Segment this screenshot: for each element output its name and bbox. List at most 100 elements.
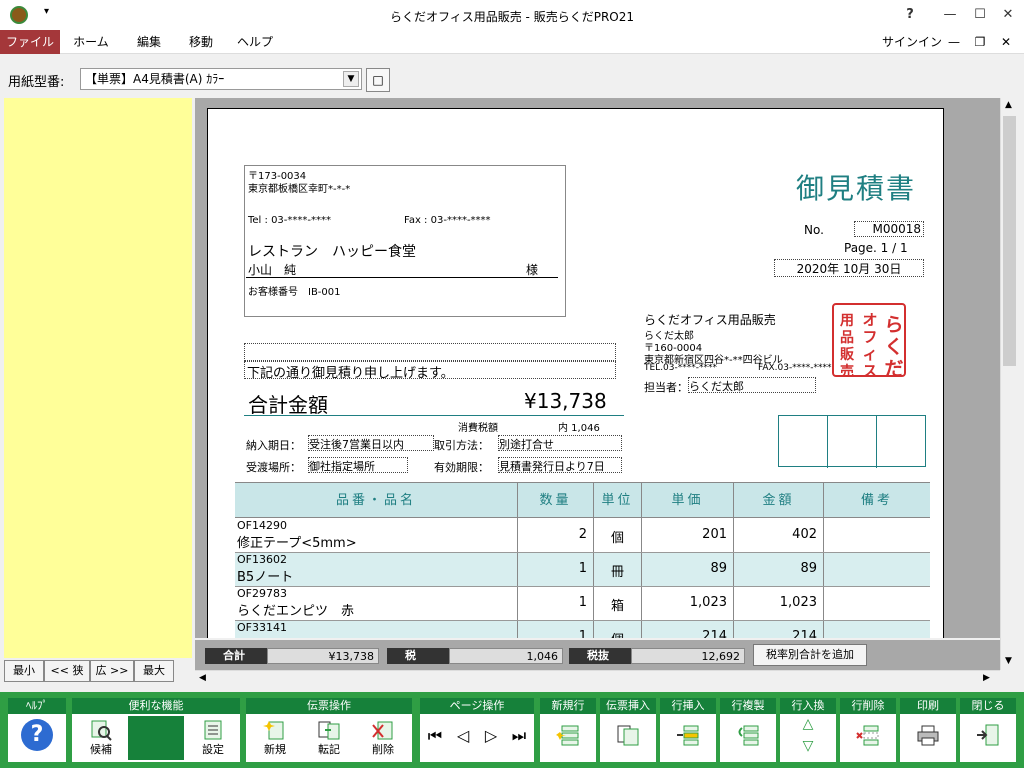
minimize-button[interactable]: — <box>940 6 960 24</box>
transfer-button[interactable]: 転記 <box>304 716 354 760</box>
group-insertslip: 伝票挿入 <box>600 698 656 762</box>
group-convenient-header: 便利な機能 <box>72 698 240 714</box>
total-label: 合計金額 <box>248 393 328 417</box>
signin-link[interactable]: サインイン <box>880 30 944 54</box>
horizontal-scrollbar[interactable]: ◀ ▶ <box>195 670 1000 688</box>
zoom-narrow-button[interactable]: << 狭 <box>44 660 90 682</box>
tab-help[interactable]: ヘルプ <box>230 30 280 54</box>
message-top-box <box>244 343 616 361</box>
ribbon-restore-icon[interactable]: ❐ <box>970 30 990 54</box>
group-help-header: ﾍﾙﾌﾟ <box>8 698 66 714</box>
insert-slip-button[interactable] <box>604 716 652 760</box>
scroll-right-icon[interactable]: ▶ <box>983 673 990 683</box>
settings-button[interactable]: 設定 <box>188 716 238 760</box>
scroll-down-icon[interactable]: ▼ <box>1005 656 1012 666</box>
svg-text:売: 売 <box>840 363 854 377</box>
table-row[interactable]: OF33141 1 個 214 214 <box>235 621 930 638</box>
group-page: ページ操作 ⏮ ◁ ▷ ⏭ <box>420 698 534 762</box>
company-name: らくだオフィス用品販売 <box>644 313 776 327</box>
tab-file[interactable]: ファイル <box>0 30 60 54</box>
ribbon-minimize-icon[interactable]: — <box>944 30 964 54</box>
new-row-button[interactable] <box>544 716 592 760</box>
note-cell <box>824 621 930 638</box>
tax-total-label: 税 <box>387 648 449 664</box>
note-cell <box>824 553 930 586</box>
vertical-scrollbar[interactable]: ▲ ▼ <box>1000 98 1018 670</box>
tax-total-value: 1,046 <box>449 648 563 664</box>
price-cell: 201 <box>642 519 734 552</box>
paper-extra-button[interactable]: □ <box>366 68 390 92</box>
insert-row-button[interactable] <box>664 716 712 760</box>
convenient-spacer <box>128 716 184 760</box>
svg-text:品: 品 <box>840 330 854 346</box>
unit-cell: 個 <box>594 621 642 638</box>
zoom-max-button[interactable]: 最大 <box>134 660 174 682</box>
new-row-icon <box>556 719 580 751</box>
print-button[interactable] <box>904 716 952 760</box>
maximize-button[interactable]: ☐ <box>970 6 990 24</box>
swap-row-up-button[interactable]: △ <box>784 716 832 738</box>
help-icon[interactable]: ? <box>900 6 920 24</box>
table-row[interactable]: OF13602 B5ノート 1 冊 89 89 <box>235 553 930 587</box>
message-text: 下記の通り御見積り申し上げます。 <box>244 361 616 381</box>
approval-stamp-boxes <box>778 415 926 468</box>
add-tax-total-button[interactable]: 税率別合計を追加 <box>753 644 867 666</box>
new-slip-button[interactable]: 新規 <box>250 716 300 760</box>
duplicate-row-button[interactable] <box>724 716 772 760</box>
customer-person: 小山 純 <box>248 263 297 277</box>
excl-label: 税抜 <box>569 648 631 664</box>
delivery-label: 納入期日： <box>246 439 301 452</box>
paper-select[interactable]: 【単票】A4見積書(A) ｶﾗｰ ▼ <box>80 68 362 90</box>
group-help: ﾍﾙﾌﾟ ? <box>8 698 66 762</box>
group-delrow: 行削除 <box>840 698 896 762</box>
prev-page-button[interactable]: ◁ <box>450 716 476 760</box>
svg-text:く: く <box>884 336 903 358</box>
zoom-min-button[interactable]: 最小 <box>4 660 44 682</box>
next-page-button[interactable]: ▷ <box>478 716 504 760</box>
tab-home[interactable]: ホーム <box>66 30 116 54</box>
ribbon-close-icon[interactable]: ✕ <box>996 30 1016 54</box>
paper-select-value: 【単票】A4見積書(A) ｶﾗｰ <box>85 72 225 86</box>
header-price: 単価 <box>642 483 734 519</box>
candidate-button[interactable]: 候補 <box>76 716 126 760</box>
estimate-page: 〒173-0034 東京都板橋区幸町*-*-* Tel : 03-****-**… <box>207 108 944 638</box>
zoom-wide-button[interactable]: 広 >> <box>90 660 134 682</box>
title-bar: ▾ らくだオフィス用品販売 - 販売らくだPRO21 ? — ☐ ✕ <box>0 0 1024 30</box>
svg-text:用: 用 <box>840 313 854 329</box>
table-row[interactable]: OF14290 修正テープ<5mm> 2 個 201 402 <box>235 519 930 553</box>
item-name: らくだエンピツ 赤 <box>237 604 355 619</box>
group-insertrow: 行挿入 <box>660 698 716 762</box>
customer-address: 東京都板橋区幸町*-*-* <box>248 184 351 195</box>
item-name: B5ノート <box>237 570 294 585</box>
scroll-thumb[interactable] <box>1003 116 1016 366</box>
settings-label: 設定 <box>202 743 224 756</box>
close-button[interactable]: ✕ <box>998 6 1018 24</box>
validity-value: 見積書発行日より7日 <box>498 457 622 473</box>
item-code: OF33141 <box>237 621 287 634</box>
item-cell: OF13602 B5ノート <box>235 553 518 586</box>
candidate-label: 候補 <box>90 743 112 756</box>
delete-row-button[interactable] <box>844 716 892 760</box>
total-underline <box>244 415 624 416</box>
group-insertslip-header: 伝票挿入 <box>600 698 656 714</box>
tab-move[interactable]: 移動 <box>176 30 226 54</box>
first-page-button[interactable]: ⏮ <box>422 716 448 760</box>
total-value: ¥13,738 <box>524 389 607 413</box>
scroll-left-icon[interactable]: ◀ <box>199 673 206 683</box>
delete-row-icon <box>856 719 880 751</box>
new-document-icon <box>263 719 287 741</box>
swap-row-down-button[interactable]: ▽ <box>784 738 832 760</box>
delete-slip-button[interactable]: 削除 <box>358 716 408 760</box>
document-viewer[interactable]: 〒173-0034 東京都板橋区幸町*-*-* Tel : 03-****-**… <box>195 98 1000 638</box>
table-row[interactable]: OF29783 らくだエンピツ 赤 1 箱 1,023 1,023 <box>235 587 930 621</box>
chevron-down-icon[interactable]: ▼ <box>343 71 359 87</box>
help-button[interactable]: ? <box>16 716 58 760</box>
totals-bar: 合計 ¥13,738 税 1,046 税抜 12,692 税率別合計を追加 <box>195 640 1000 670</box>
stamp-box-divider <box>876 416 877 468</box>
scroll-up-icon[interactable]: ▲ <box>1005 100 1012 110</box>
tab-edit[interactable]: 編集 <box>124 30 174 54</box>
last-page-button[interactable]: ⏭ <box>506 716 532 760</box>
svg-text:ら: ら <box>884 314 903 336</box>
exit-button[interactable] <box>964 716 1012 760</box>
group-slip: 伝票操作 新規 転記 削除 <box>246 698 412 762</box>
